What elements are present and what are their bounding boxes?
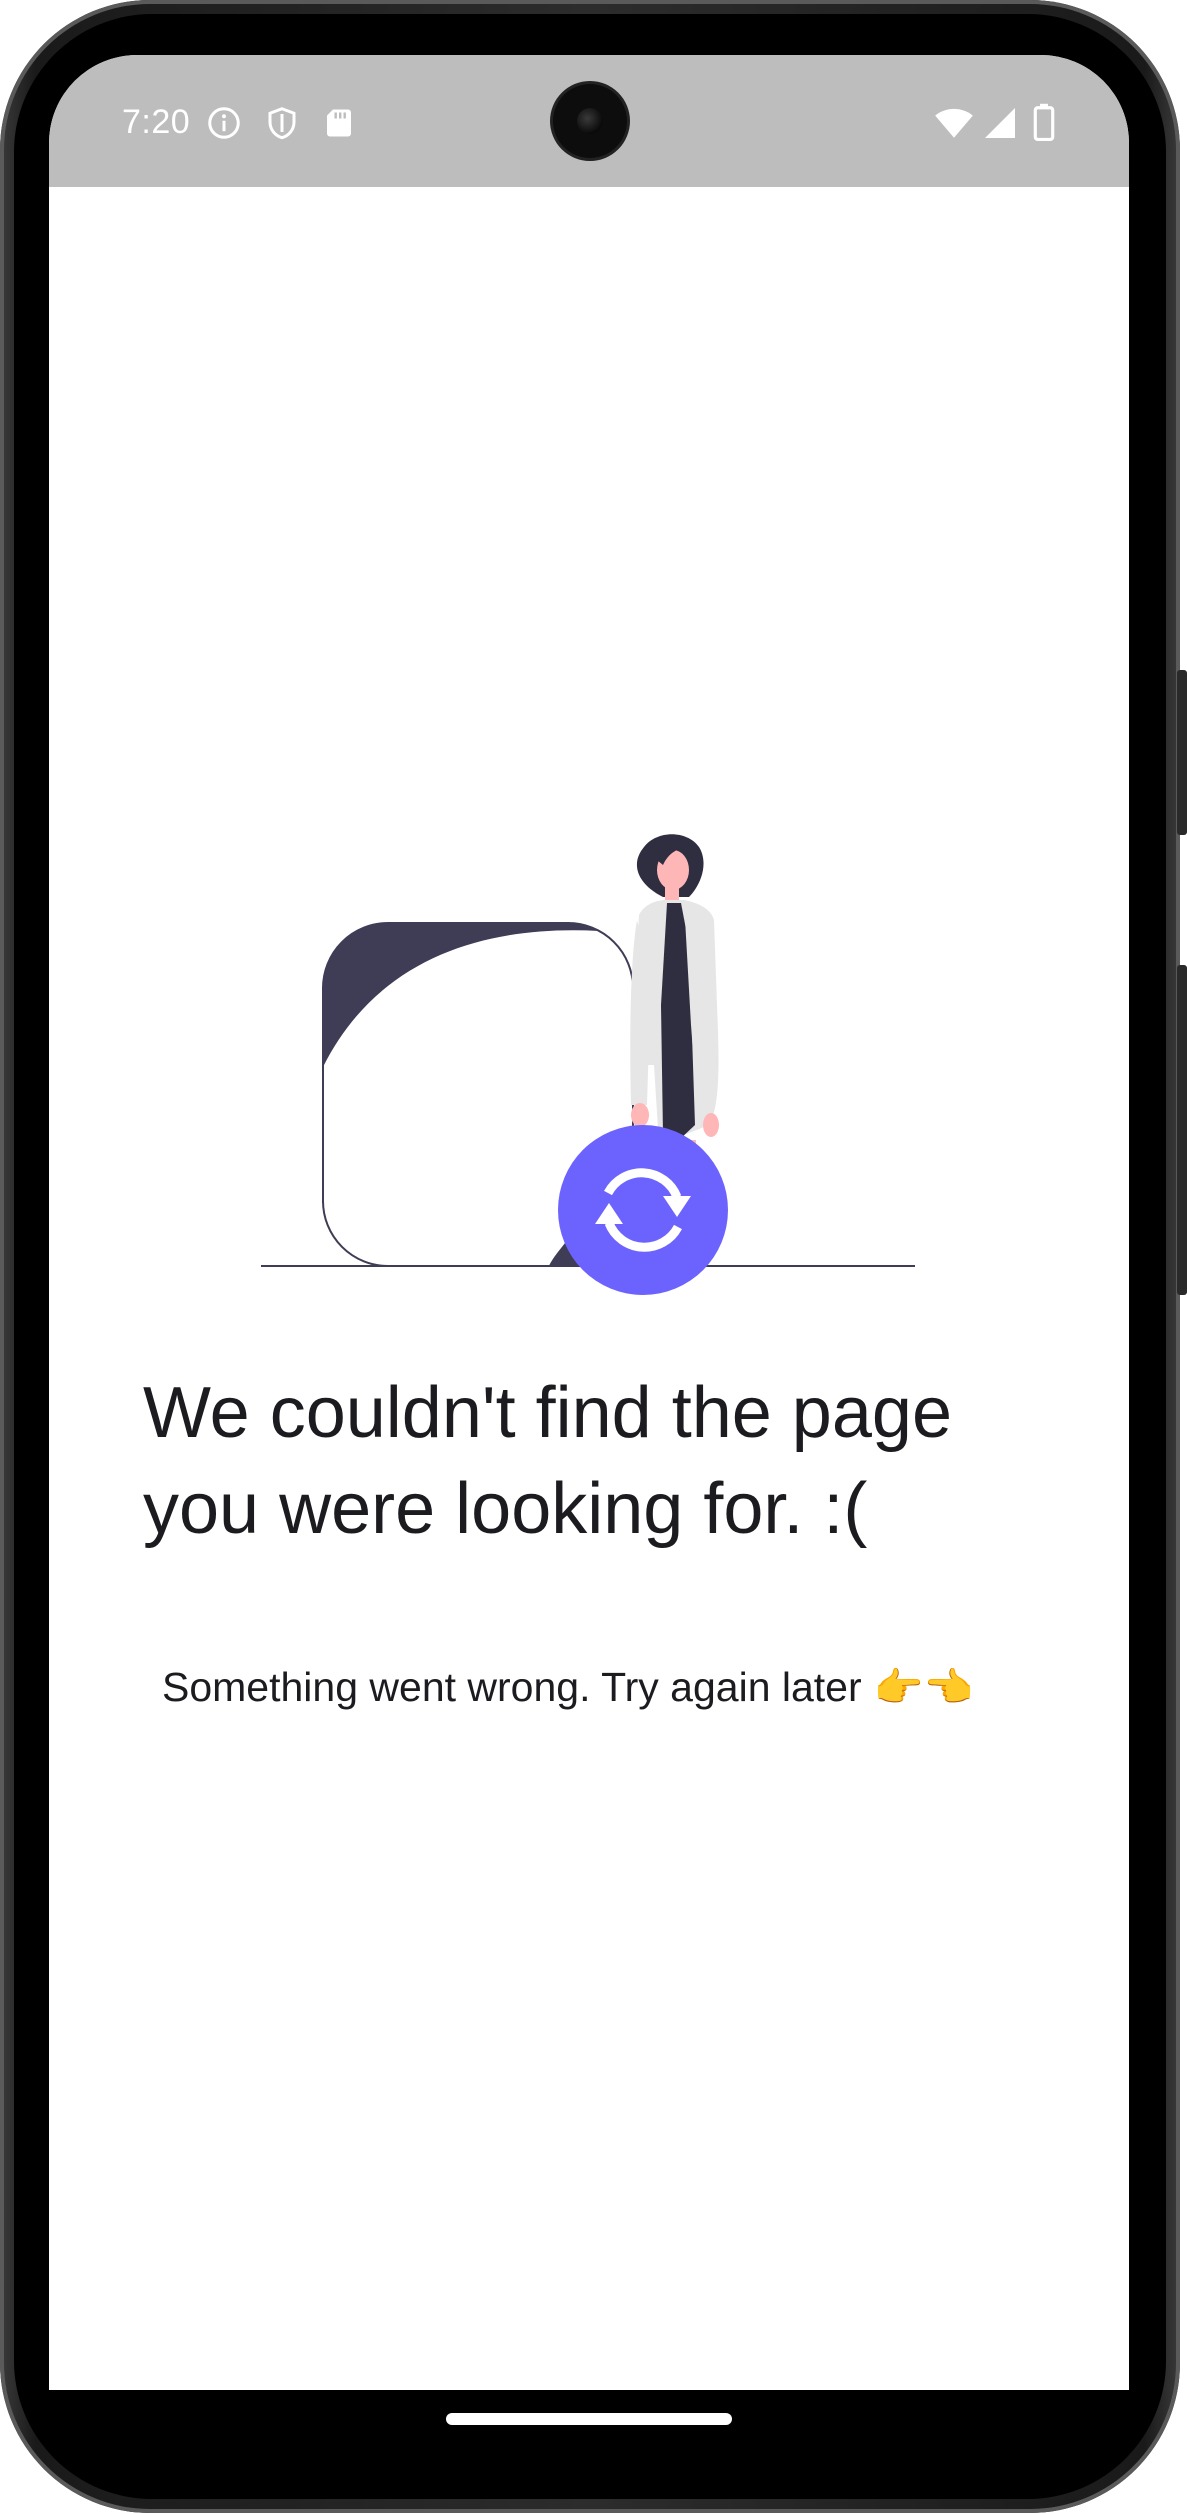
status-time: 7:20 [122,103,191,141]
volume-button [1177,965,1187,1295]
info-icon [208,107,240,139]
screen: 7:20 We couldn't find the page you were … [49,55,1129,2390]
power-button [1177,670,1187,835]
woman-with-refresh-illustration [261,834,915,1295]
error-subtitle: Something went wrong. Try again later 👉👈 [162,1659,1062,1716]
home-gesture-bar[interactable] [446,2413,732,2425]
signal-icon [985,108,1015,138]
front-camera [553,84,627,158]
pointing-hands-emoji: 👉👈 [873,1665,974,1711]
sd-card-icon [327,109,351,137]
shield-icon [268,107,296,140]
battery-icon [1033,103,1055,141]
error-title: We couldn't find the page you were looki… [143,1373,952,1549]
error-subtitle-text: Something went wrong. Try again later [162,1664,862,1710]
wifi-icon [935,108,973,138]
status-bar: 7:20 [49,55,1129,187]
